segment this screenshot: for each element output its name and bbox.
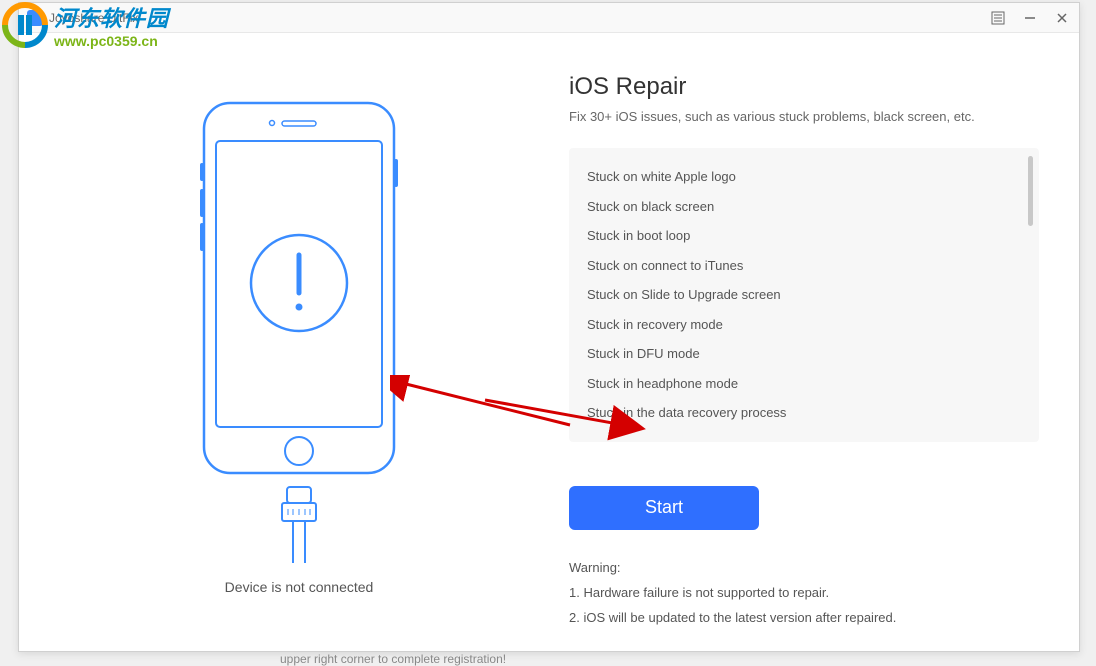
footer-text-fragment: upper right corner to complete registrat… [280,652,506,666]
issue-item: Stuck in boot loop [587,221,1021,251]
app-icon [27,10,43,26]
warning-label: Warning: [569,560,1039,575]
close-button[interactable] [1053,9,1071,27]
repair-title: iOS Repair [569,73,1039,101]
device-status-text: Device is not connected [225,579,374,595]
device-panel: Device is not connected [49,73,549,631]
issue-item: Stuck in the data recovery process [587,398,1021,428]
issues-list[interactable]: Stuck on white Apple logo Stuck on black… [569,148,1039,442]
issue-item: Stuck on Slide to Upgrade screen [587,280,1021,310]
issue-item: Stuck in DFU mode [587,339,1021,369]
issue-item: Stuck on connect to iTunes [587,251,1021,281]
issue-item: Stuck on black screen [587,192,1021,222]
issue-item: Stuck on white Apple logo [587,162,1021,192]
phone-illustration [194,93,404,563]
warning-item: 1. Hardware failure is not supported to … [569,585,1039,600]
warning-item: 2. iOS will be updated to the latest ver… [569,610,1039,625]
menu-button[interactable] [989,9,1007,27]
scrollbar-thumb[interactable] [1028,156,1033,226]
start-button[interactable]: Start [569,486,759,530]
application-window: Joyoshare UltFix [18,2,1080,652]
titlebar: Joyoshare UltFix [19,3,1079,33]
issue-item: Stuck in recovery mode [587,310,1021,340]
minimize-button[interactable] [1021,9,1039,27]
repair-subtitle: Fix 30+ iOS issues, such as various stuc… [569,109,1039,124]
warning-section: Warning: 1. Hardware failure is not supp… [569,560,1039,625]
window-title: Joyoshare UltFix [49,11,989,25]
repair-panel: iOS Repair Fix 30+ iOS issues, such as v… [549,73,1049,631]
issue-item: Stuck in headphone mode [587,369,1021,399]
